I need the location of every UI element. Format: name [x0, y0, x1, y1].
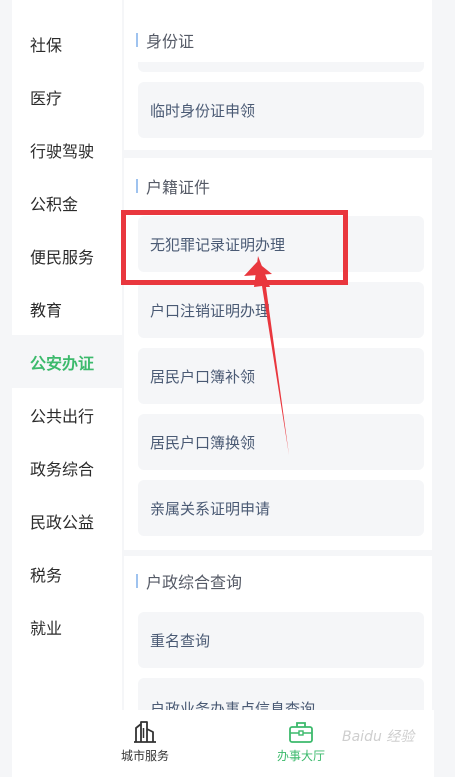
annotation-arrow [244, 256, 289, 455]
watermark: Baidu 经验 [342, 729, 415, 745]
